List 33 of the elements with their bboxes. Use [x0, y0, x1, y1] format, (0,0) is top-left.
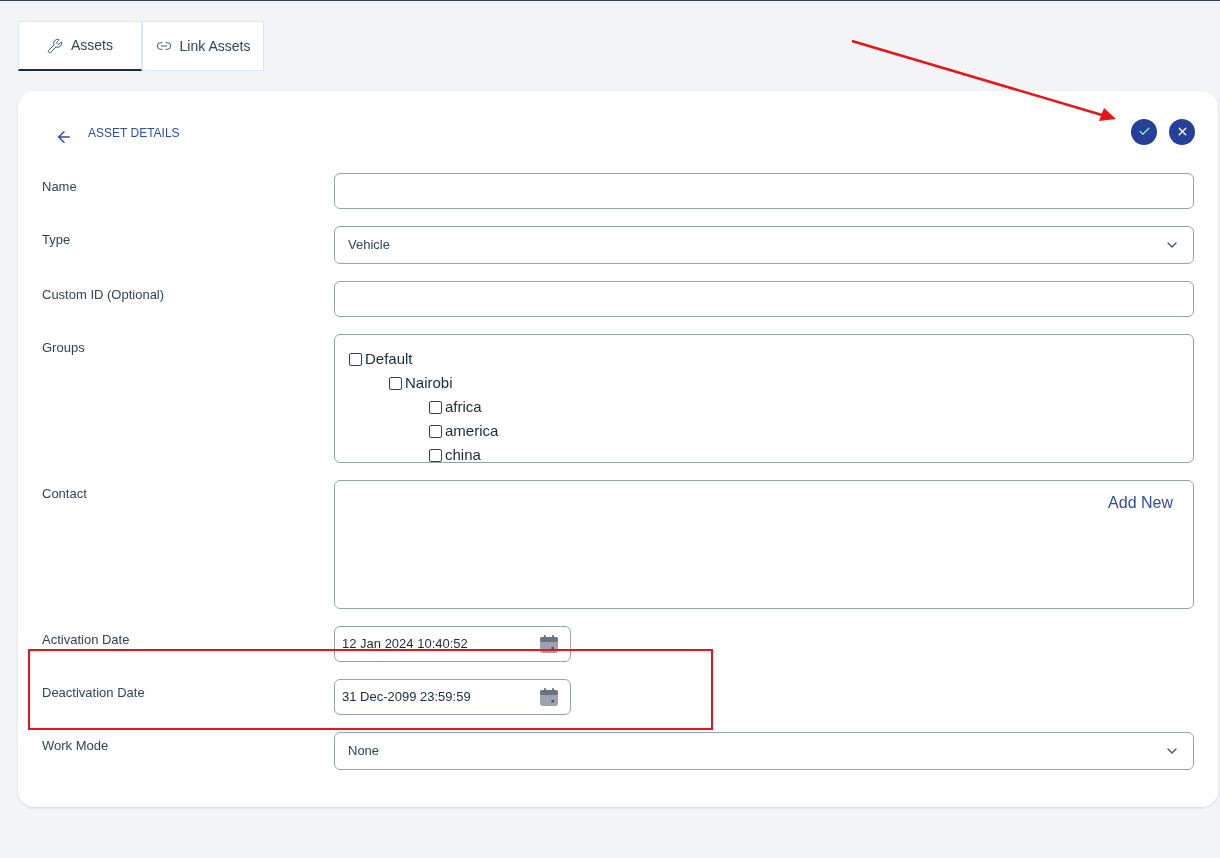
field-label: Activation Date [42, 631, 131, 649]
panel-title: ASSET DETAILS [88, 125, 180, 142]
tab[interactable]: Assets [18, 21, 142, 71]
calendar-icon[interactable] [539, 687, 559, 707]
group-option[interactable]: africa [429, 395, 1193, 419]
group-option[interactable]: america [429, 419, 1193, 443]
checkbox[interactable] [349, 352, 362, 366]
add-new-link[interactable]: Add New [1108, 491, 1173, 515]
checkbox[interactable] [429, 400, 442, 414]
checkbox[interactable] [389, 376, 402, 390]
tab[interactable]: Link Assets [142, 21, 264, 71]
group-option[interactable]: Default [349, 347, 1193, 371]
field-label: Groups [42, 339, 86, 357]
check-icon [1137, 125, 1151, 138]
checkbox[interactable] [429, 448, 442, 462]
date-field[interactable]: 12 Jan 2024 10:40:52 [334, 626, 571, 662]
text-field[interactable] [334, 281, 1194, 317]
field-label: Type [42, 231, 72, 249]
group-option[interactable]: china [429, 443, 1193, 462]
confirm-button[interactable] [1131, 118, 1157, 145]
close-button[interactable] [1169, 118, 1195, 145]
field-label: Work Mode [42, 737, 110, 755]
wrench-icon [47, 37, 63, 54]
dropdown-field[interactable]: None [334, 732, 1194, 770]
field-label: Custom ID (Optional) [42, 286, 166, 304]
field-label: Contact [42, 485, 88, 503]
dropdown-field[interactable]: Vehicle [334, 226, 1194, 264]
checkbox[interactable] [429, 424, 442, 438]
field-label: Name [42, 178, 78, 196]
field-label: Deactivation Date [42, 684, 146, 702]
text-field[interactable] [334, 173, 1194, 209]
date-field[interactable]: 31 Dec-2099 23:59:59 [334, 679, 571, 715]
group-option[interactable]: Nairobi [389, 371, 1193, 395]
